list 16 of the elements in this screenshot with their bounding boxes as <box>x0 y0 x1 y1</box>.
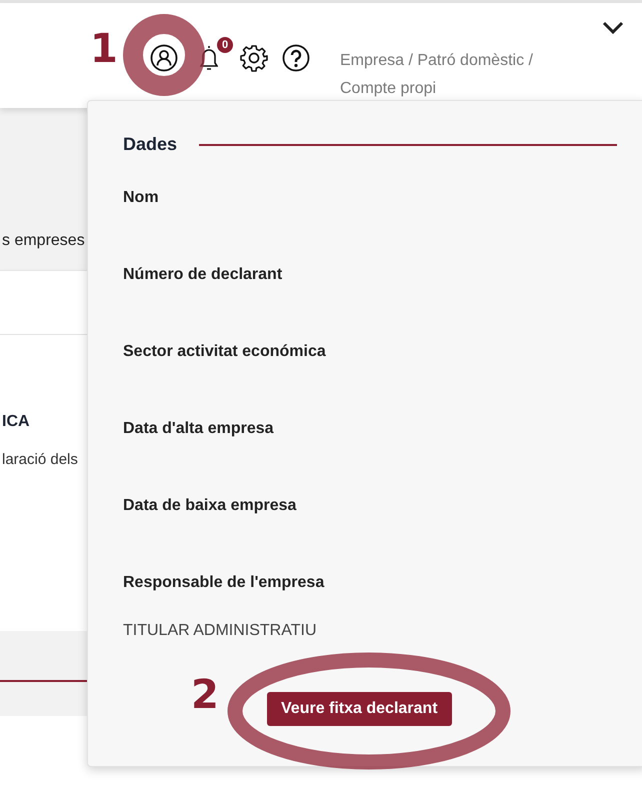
field-label: Data de baixa empresa <box>123 497 296 515</box>
field-label: Sector activitat económica <box>123 343 326 361</box>
field-label: Nom <box>123 189 159 207</box>
breadcrumb: Empresa / Patró domèstic / Compte propi <box>340 51 534 99</box>
section-heading: ICA <box>2 413 30 431</box>
field-label: Responsable de l'empresa <box>123 574 324 592</box>
step-number: 1 <box>90 26 118 72</box>
step-number: 2 <box>191 672 219 718</box>
notification-badge: 0 <box>217 37 234 53</box>
section-title: Dades <box>123 134 178 155</box>
body-text: s empreses <box>2 232 85 250</box>
view-declarant-button[interactable]: Veure fitxa declarant <box>267 692 452 726</box>
body-text: laració dels <box>2 451 78 468</box>
field-label: Número de declarant <box>123 266 282 284</box>
field-value: TITULAR ADMINISTRATIU <box>123 622 316 640</box>
field-label: Data d'alta empresa <box>123 420 274 438</box>
